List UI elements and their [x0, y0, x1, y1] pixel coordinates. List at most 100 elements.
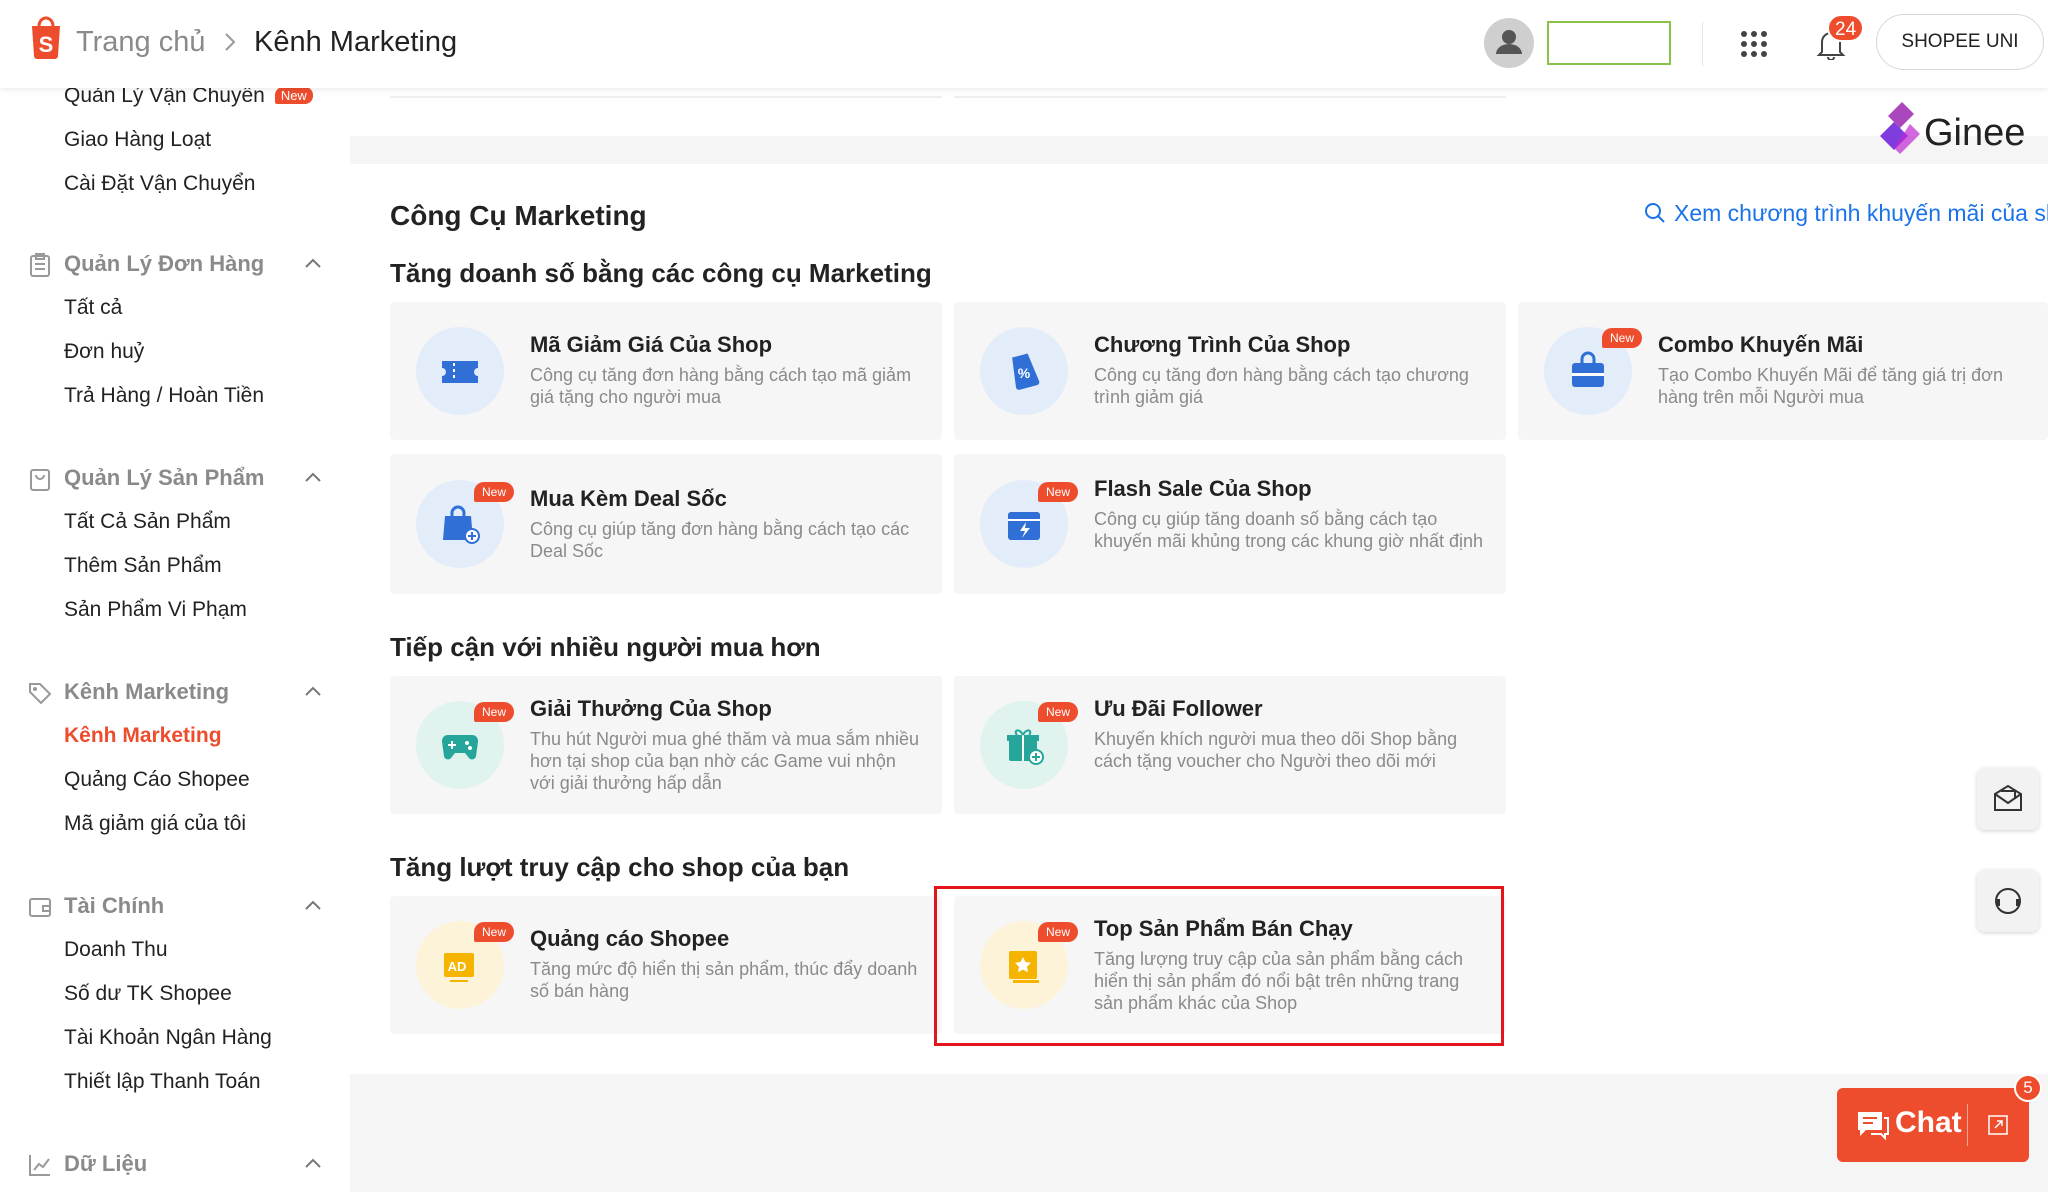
chevron-up-icon [305, 900, 321, 910]
section-title-sales: Tăng doanh số bằng các công cụ Marketing [390, 258, 932, 288]
new-badge: New [1602, 328, 1642, 348]
sidebar-item-bank-accounts[interactable]: Tài Khoản Ngân Hàng [64, 1026, 272, 1050]
chevron-up-icon [305, 258, 321, 268]
shopee-uni-button[interactable]: SHOPEE UNI [1876, 14, 2044, 70]
sidebar-item-products-all[interactable]: Tất Cả Sản Phẩm [64, 510, 231, 534]
chat-unread-badge: 5 [2014, 1074, 2042, 1102]
tool-card-add-on-deal[interactable]: New Mua Kèm Deal Sốc Công cụ giúp tăng đ… [390, 454, 942, 594]
discount-tag-icon: % [980, 327, 1068, 415]
tool-title: Combo Khuyến Mãi [1658, 332, 1864, 357]
search-icon [1645, 203, 1665, 223]
page-title: Công Cụ Marketing [390, 200, 647, 231]
chevron-up-icon [305, 686, 321, 696]
tool-description: Công cụ tăng đơn hàng bằng cách tạo mã g… [530, 365, 912, 407]
tool-description: Tạo Combo Khuyến Mãi để tăng giá trị đơn… [1658, 365, 2003, 407]
breadcrumb-home[interactable]: Trang chủ [76, 26, 206, 59]
sidebar-item-shipping-settings[interactable]: Cài Đặt Vận Chuyển [64, 172, 255, 196]
shop-name-field[interactable] [1547, 21, 1671, 65]
tool-title: Flash Sale Của Shop [1094, 476, 1312, 501]
sidebar-item-orders-all[interactable]: Tất cả [64, 296, 122, 320]
ginee-watermark-text: Ginee [1924, 112, 2026, 154]
tool-description: Tăng mức độ hiển thị sản phẩm, thúc đẩy … [530, 959, 918, 1001]
tool-card-combo-promo[interactable]: New Combo Khuyến Mãi Tạo Combo Khuyến Mã… [1518, 302, 2048, 440]
apps-grid-icon[interactable] [1740, 30, 1768, 58]
sidebar-group-title: Dữ Liệu [64, 1151, 148, 1176]
chevron-right-icon [225, 33, 236, 51]
tool-card-shop-voucher[interactable]: Mã Giảm Giá Của Shop Công cụ tăng đơn hà… [390, 302, 942, 440]
sidebar: Quản Lý Vận Chuyển New Giao Hàng Loạt Cài… [0, 88, 350, 1192]
sidebar-item-bulk-shipping[interactable]: Giao Hàng Loạt [64, 128, 211, 152]
svg-text:S: S [39, 32, 54, 57]
new-badge: New [1038, 482, 1078, 502]
chat-button[interactable]: Chat [1837, 1088, 2029, 1162]
shopee-logo-icon[interactable]: S [26, 14, 66, 60]
sidebar-item-revenue[interactable]: Doanh Thu [64, 938, 168, 962]
previous-card-tail [954, 88, 1506, 98]
sidebar-group-products[interactable]: Quản Lý Sản Phẩm [28, 464, 328, 494]
tool-description: Thu hút Người mua ghé thăm và mua sắm nh… [530, 729, 920, 793]
sidebar-item-shipping-management[interactable]: Quản Lý Vận Chuyển New [64, 88, 313, 108]
tool-description: Khuyến khích người mua theo dõi Shop bằn… [1094, 729, 1458, 771]
tag-icon [29, 683, 52, 705]
support-float-button[interactable] [1977, 870, 2039, 932]
sidebar-group-data[interactable]: Dữ Liệu [28, 1150, 328, 1180]
chevron-up-icon [305, 472, 321, 482]
sidebar-item-payment-settings[interactable]: Thiết lập Thanh Toán [64, 1070, 261, 1094]
messages-float-button[interactable] [1977, 768, 2039, 830]
tool-card-shopee-ads[interactable]: AD New Quảng cáo Shopee Tăng mức độ hiển… [390, 896, 942, 1034]
wallet-icon [29, 898, 51, 917]
sidebar-group-marketing[interactable]: Kênh Marketing [28, 678, 328, 708]
sidebar-item-orders-cancelled[interactable]: Đơn huỷ [64, 340, 144, 364]
tool-title: Ưu Đãi Follower [1094, 696, 1263, 721]
tool-card-shop-prizes[interactable]: New Giải Thưởng Của Shop Thu hút Người m… [390, 676, 942, 814]
tool-card-shop-program[interactable]: % Chương Trình Của Shop Công cụ tăng đơn… [954, 302, 1506, 440]
sidebar-group-orders[interactable]: Quản Lý Đơn Hàng [28, 250, 328, 280]
chat-bubble-icon [1858, 1112, 1889, 1140]
tool-title: Quảng cáo Shopee [530, 926, 730, 951]
sidebar-item-marketing-channel[interactable]: Kênh Marketing [64, 724, 222, 748]
sidebar-item-label: Quản Lý Vận Chuyển [64, 88, 265, 107]
sidebar-item-products-add[interactable]: Thêm Sản Phẩm [64, 554, 222, 578]
breadcrumb-current: Kênh Marketing [254, 26, 458, 58]
tool-title: Giải Thưởng Của Shop [530, 696, 772, 721]
tool-title: Chương Trình Của Shop [1094, 332, 1351, 357]
sidebar-group-title: Kênh Marketing [64, 679, 230, 704]
sidebar-group-finance[interactable]: Tài Chính [28, 892, 328, 922]
tool-description: Công cụ giúp tăng đơn hàng bằng cách tạo… [530, 519, 910, 561]
tool-description: Công cụ tăng đơn hàng bằng cách tạo chươ… [1094, 365, 1469, 407]
new-badge: New [474, 482, 514, 502]
chat-divider [1967, 1104, 1968, 1146]
sidebar-group-title: Quản Lý Sản Phẩm [64, 465, 265, 490]
sidebar-item-my-vouchers[interactable]: Mã giảm giá của tôi [64, 812, 246, 836]
new-badge: New [274, 88, 313, 104]
view-promotions-link[interactable]: Xem chương trình khuyến mãi của sh [1644, 200, 2048, 227]
previous-card-tail [390, 88, 942, 98]
tool-card-flash-sale[interactable]: New Flash Sale Của Shop Công cụ giúp tăn… [954, 454, 1506, 594]
sidebar-group-title: Tài Chính [64, 893, 165, 918]
view-promotions-label: Xem chương trình khuyến mãi của sh [1674, 200, 2048, 226]
sidebar-item-balance[interactable]: Số dư TK Shopee [64, 982, 232, 1006]
section-title-traffic: Tăng lượt truy cập cho shop của bạn [390, 852, 850, 882]
expand-icon[interactable] [1987, 1114, 2009, 1136]
sidebar-item-orders-returns[interactable]: Trả Hàng / Hoàn Tiền [64, 384, 264, 408]
section-title-reach: Tiếp cận với nhiều người mua hơn [390, 632, 821, 662]
new-badge: New [474, 702, 514, 722]
tool-card-follower-deal[interactable]: New Ưu Đãi Follower Khuyến khích người m… [954, 676, 1506, 814]
voucher-icon [416, 327, 504, 415]
sidebar-item-shopee-ads[interactable]: Quảng Cáo Shopee [64, 768, 250, 792]
tool-description: Công cụ giúp tăng doanh số bằng cách tạo… [1094, 509, 1484, 551]
chart-icon [29, 1155, 50, 1176]
highlight-annotation-box [934, 886, 1504, 1046]
avatar[interactable] [1484, 18, 1534, 68]
notification-badge: 24 [1827, 14, 1865, 42]
sidebar-item-products-violations[interactable]: Sản Phẩm Vi Phạm [64, 598, 247, 622]
tool-title: Mã Giảm Giá Của Shop [530, 332, 773, 357]
headset-icon [1995, 888, 2021, 914]
new-badge: New [474, 922, 514, 942]
chevron-up-icon [305, 1158, 321, 1168]
chat-label: Chat [1895, 1106, 1962, 1139]
header-divider [1702, 22, 1703, 66]
bag-icon [30, 469, 50, 491]
svg-text:%: % [1018, 365, 1031, 381]
clipboard-icon [30, 253, 50, 277]
